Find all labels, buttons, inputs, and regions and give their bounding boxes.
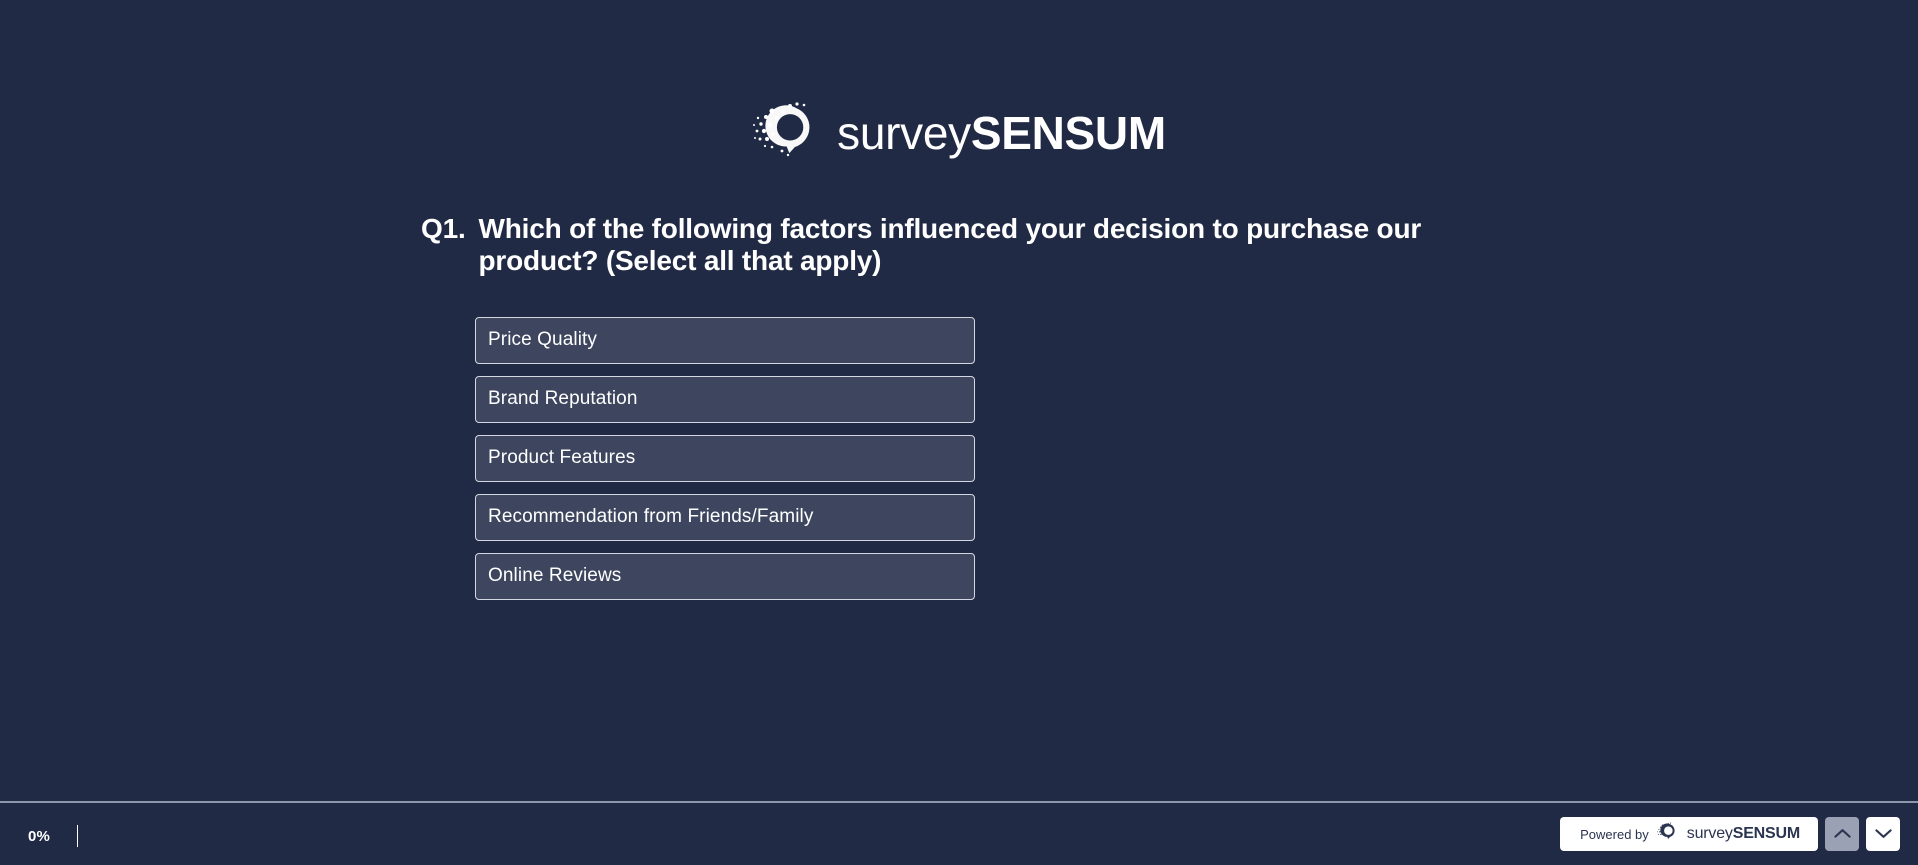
- powered-by-badge[interactable]: Powered by surveySENSUM: [1560, 817, 1818, 851]
- question-text: Which of the following factors influence…: [478, 213, 1422, 277]
- previous-question-button[interactable]: [1825, 817, 1859, 851]
- survey-footer: 0% Powered by surveySENSUM: [0, 803, 1918, 865]
- question-number: Q1.: [421, 213, 466, 244]
- powered-by-name-bold: SENSUM: [1732, 825, 1800, 842]
- progress-indicator: 0%: [28, 825, 79, 847]
- brand-name-light: survey: [837, 106, 971, 159]
- option-recommendation-friends-family[interactable]: Recommendation from Friends/Family: [475, 493, 975, 541]
- option-list: Price Quality Brand Reputation Product F…: [0, 316, 1918, 600]
- option-price-quality[interactable]: Price Quality: [475, 316, 975, 364]
- surveysensum-q-logo-icon: [752, 98, 826, 167]
- survey-content-area: surveySENSUM Q1. Which of the following …: [0, 0, 1918, 801]
- powered-by-logo-icon: [1656, 821, 1680, 847]
- option-product-features[interactable]: Product Features: [475, 434, 975, 482]
- brand-name-bold: SENSUM: [970, 106, 1166, 159]
- brand-logo: surveySENSUM: [0, 0, 1918, 167]
- next-question-button[interactable]: [1866, 817, 1900, 851]
- progress-percent-label: 0%: [28, 827, 51, 845]
- brand-wordmark: surveySENSUM: [837, 110, 1166, 156]
- option-online-reviews[interactable]: Online Reviews: [475, 552, 975, 600]
- option-brand-reputation[interactable]: Brand Reputation: [475, 375, 975, 423]
- chevron-down-icon: [1874, 827, 1892, 842]
- footer-right-group: Powered by surveySENSUM: [1560, 817, 1900, 851]
- chevron-up-icon: [1833, 827, 1851, 842]
- powered-by-name-light: survey: [1686, 825, 1733, 842]
- powered-by-wordmark: surveySENSUM: [1687, 826, 1800, 842]
- powered-by-label: Powered by: [1580, 826, 1649, 842]
- question-block: Q1. Which of the following factors influ…: [0, 213, 1918, 278]
- progress-bar: [77, 825, 79, 847]
